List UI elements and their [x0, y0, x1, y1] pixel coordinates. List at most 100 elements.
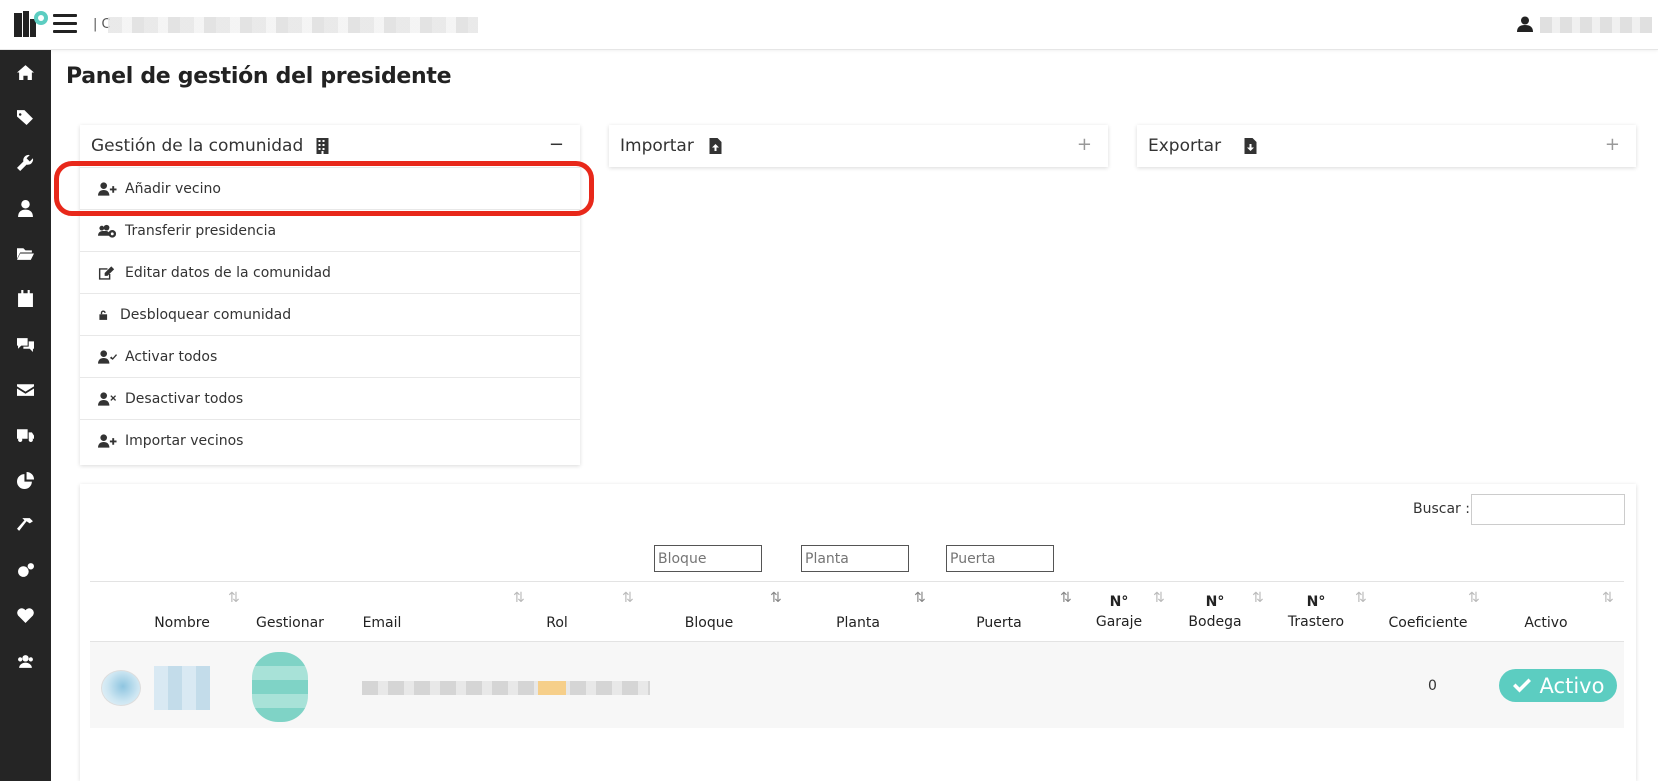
unlock-icon: [99, 309, 108, 320]
check-icon: [1512, 678, 1531, 692]
col-bodega-line1: N°: [1205, 594, 1225, 610]
menu-item-label: Transferir presidencia: [125, 222, 277, 239]
top-bar: | C: [0, 0, 1658, 50]
search-label: Buscar :: [1413, 501, 1470, 517]
sort-icon[interactable]: ⇅: [1355, 590, 1367, 606]
file-download-icon: [1244, 138, 1257, 154]
collapse-button[interactable]: −: [549, 136, 564, 154]
calendar-icon[interactable]: [0, 280, 51, 316]
user-plus-icon: [98, 433, 117, 448]
sort-asc-icon[interactable]: ⇅: [770, 590, 782, 606]
importar-panel-title: Importar: [620, 136, 694, 156]
col-garaje-line2: Garaje: [1095, 614, 1143, 630]
col-nombre[interactable]: Nombre: [150, 613, 214, 633]
search-input[interactable]: [1471, 494, 1625, 525]
col-puerta[interactable]: Puerta: [975, 613, 1023, 633]
filter-puerta[interactable]: [946, 545, 1054, 572]
sort-icon[interactable]: ⇅: [513, 590, 525, 606]
col-bloque[interactable]: Bloque: [680, 613, 738, 633]
sort-icon[interactable]: ⇅: [1252, 590, 1264, 606]
user-times-icon: [98, 391, 117, 406]
expand-button[interactable]: +: [1605, 136, 1620, 154]
menu-item-activar-todos[interactable]: Activar todos: [80, 335, 580, 377]
menu-toggle-icon[interactable]: [53, 14, 77, 34]
user-check-icon: [98, 349, 117, 364]
activo-label: Activo: [1539, 673, 1605, 698]
col-activo[interactable]: Activo: [1520, 613, 1572, 633]
avatar[interactable]: [101, 670, 141, 706]
chart-pie-icon[interactable]: [0, 462, 51, 498]
exportar-panel-header[interactable]: Exportar: [1137, 125, 1636, 167]
col-garaje[interactable]: N° Garaje: [1094, 592, 1144, 632]
sort-asc-icon[interactable]: ⇅: [914, 590, 926, 606]
menu-item-label: Desactivar todos: [125, 390, 244, 407]
user-tie-icon[interactable]: [0, 190, 51, 226]
heart-icon[interactable]: [0, 597, 51, 633]
menu-item-label: Añadir vecino: [125, 180, 221, 197]
users-cog-icon: [98, 224, 117, 238]
cogs-icon[interactable]: [0, 552, 51, 588]
table-header-divider: [90, 581, 1624, 582]
nombre-redacted: [154, 666, 210, 710]
col-trastero[interactable]: N° Trastero: [1285, 592, 1347, 632]
truck-icon[interactable]: [0, 416, 51, 452]
user-name-redacted[interactable]: [1540, 17, 1652, 33]
sort-icon[interactable]: ⇅: [622, 590, 634, 606]
menu-item-anadir-vecino[interactable]: Añadir vecino: [80, 167, 580, 209]
wrench-icon[interactable]: [0, 144, 51, 180]
col-coeficiente[interactable]: Coeficiente: [1383, 613, 1473, 633]
activo-badge[interactable]: Activo: [1499, 669, 1617, 702]
menu-item-desbloquear[interactable]: Desbloquear comunidad: [80, 293, 580, 335]
col-trastero-line2: Trastero: [1287, 614, 1345, 630]
gestionar-button[interactable]: [252, 652, 308, 722]
comments-icon[interactable]: [0, 326, 51, 362]
envelope-icon[interactable]: [0, 371, 51, 407]
email-redacted-accent: [538, 681, 566, 695]
edit-icon: [98, 265, 115, 280]
sort-asc-icon[interactable]: ⇅: [1060, 590, 1072, 606]
importar-panel-header[interactable]: Importar: [609, 125, 1108, 167]
building-icon: [316, 138, 329, 154]
col-bodega[interactable]: N° Bodega: [1188, 592, 1242, 632]
sort-icon[interactable]: ⇅: [228, 590, 240, 606]
col-rol[interactable]: Rol: [540, 613, 574, 633]
col-bodega-line2: Bodega: [1188, 614, 1242, 630]
gestion-panel-title: Gestión de la comunidad: [91, 136, 304, 156]
app-logo[interactable]: [12, 9, 50, 39]
exportar-panel: Exportar +: [1137, 125, 1636, 167]
col-garaje-line1: N°: [1109, 594, 1129, 610]
filter-bloque[interactable]: [654, 545, 762, 572]
breadcrumb-redacted: [108, 17, 478, 33]
importar-panel: Importar +: [609, 125, 1108, 167]
exportar-panel-title: Exportar: [1148, 136, 1222, 156]
email-redacted: [362, 681, 650, 695]
gestion-panel-header[interactable]: Gestión de la comunidad: [80, 125, 580, 167]
col-planta[interactable]: Planta: [830, 613, 886, 633]
menu-item-label: Importar vecinos: [125, 432, 244, 449]
table-row[interactable]: [90, 642, 1624, 728]
user-plus-icon: [98, 181, 117, 196]
page-title: Panel de gestión del presidente: [66, 64, 452, 89]
folder-open-icon[interactable]: [0, 235, 51, 271]
sidebar: [0, 50, 51, 781]
menu-item-label: Desbloquear comunidad: [120, 306, 292, 323]
filter-planta[interactable]: [801, 545, 909, 572]
menu-item-transferir-presidencia[interactable]: Transferir presidencia: [80, 209, 580, 251]
user-icon[interactable]: [1517, 16, 1533, 32]
menu-item-editar-datos[interactable]: Editar datos de la comunidad: [80, 251, 580, 293]
menu-item-importar-vecinos[interactable]: Importar vecinos: [80, 419, 580, 461]
users-icon[interactable]: [0, 643, 51, 679]
tags-icon[interactable]: [0, 99, 51, 135]
home-icon[interactable]: [0, 54, 51, 90]
col-trastero-line1: N°: [1306, 594, 1326, 610]
col-email[interactable]: Email: [360, 613, 404, 633]
menu-item-desactivar-todos[interactable]: Desactivar todos: [80, 377, 580, 419]
menu-item-label: Editar datos de la comunidad: [125, 264, 331, 281]
sort-icon[interactable]: ⇅: [1153, 590, 1165, 606]
expand-button[interactable]: +: [1077, 136, 1092, 154]
sort-icon[interactable]: ⇅: [1602, 590, 1614, 606]
file-upload-icon: [709, 138, 722, 154]
hammer-icon[interactable]: [0, 507, 51, 543]
sort-icon[interactable]: ⇅: [1468, 590, 1480, 606]
col-gestionar[interactable]: Gestionar: [254, 613, 326, 633]
